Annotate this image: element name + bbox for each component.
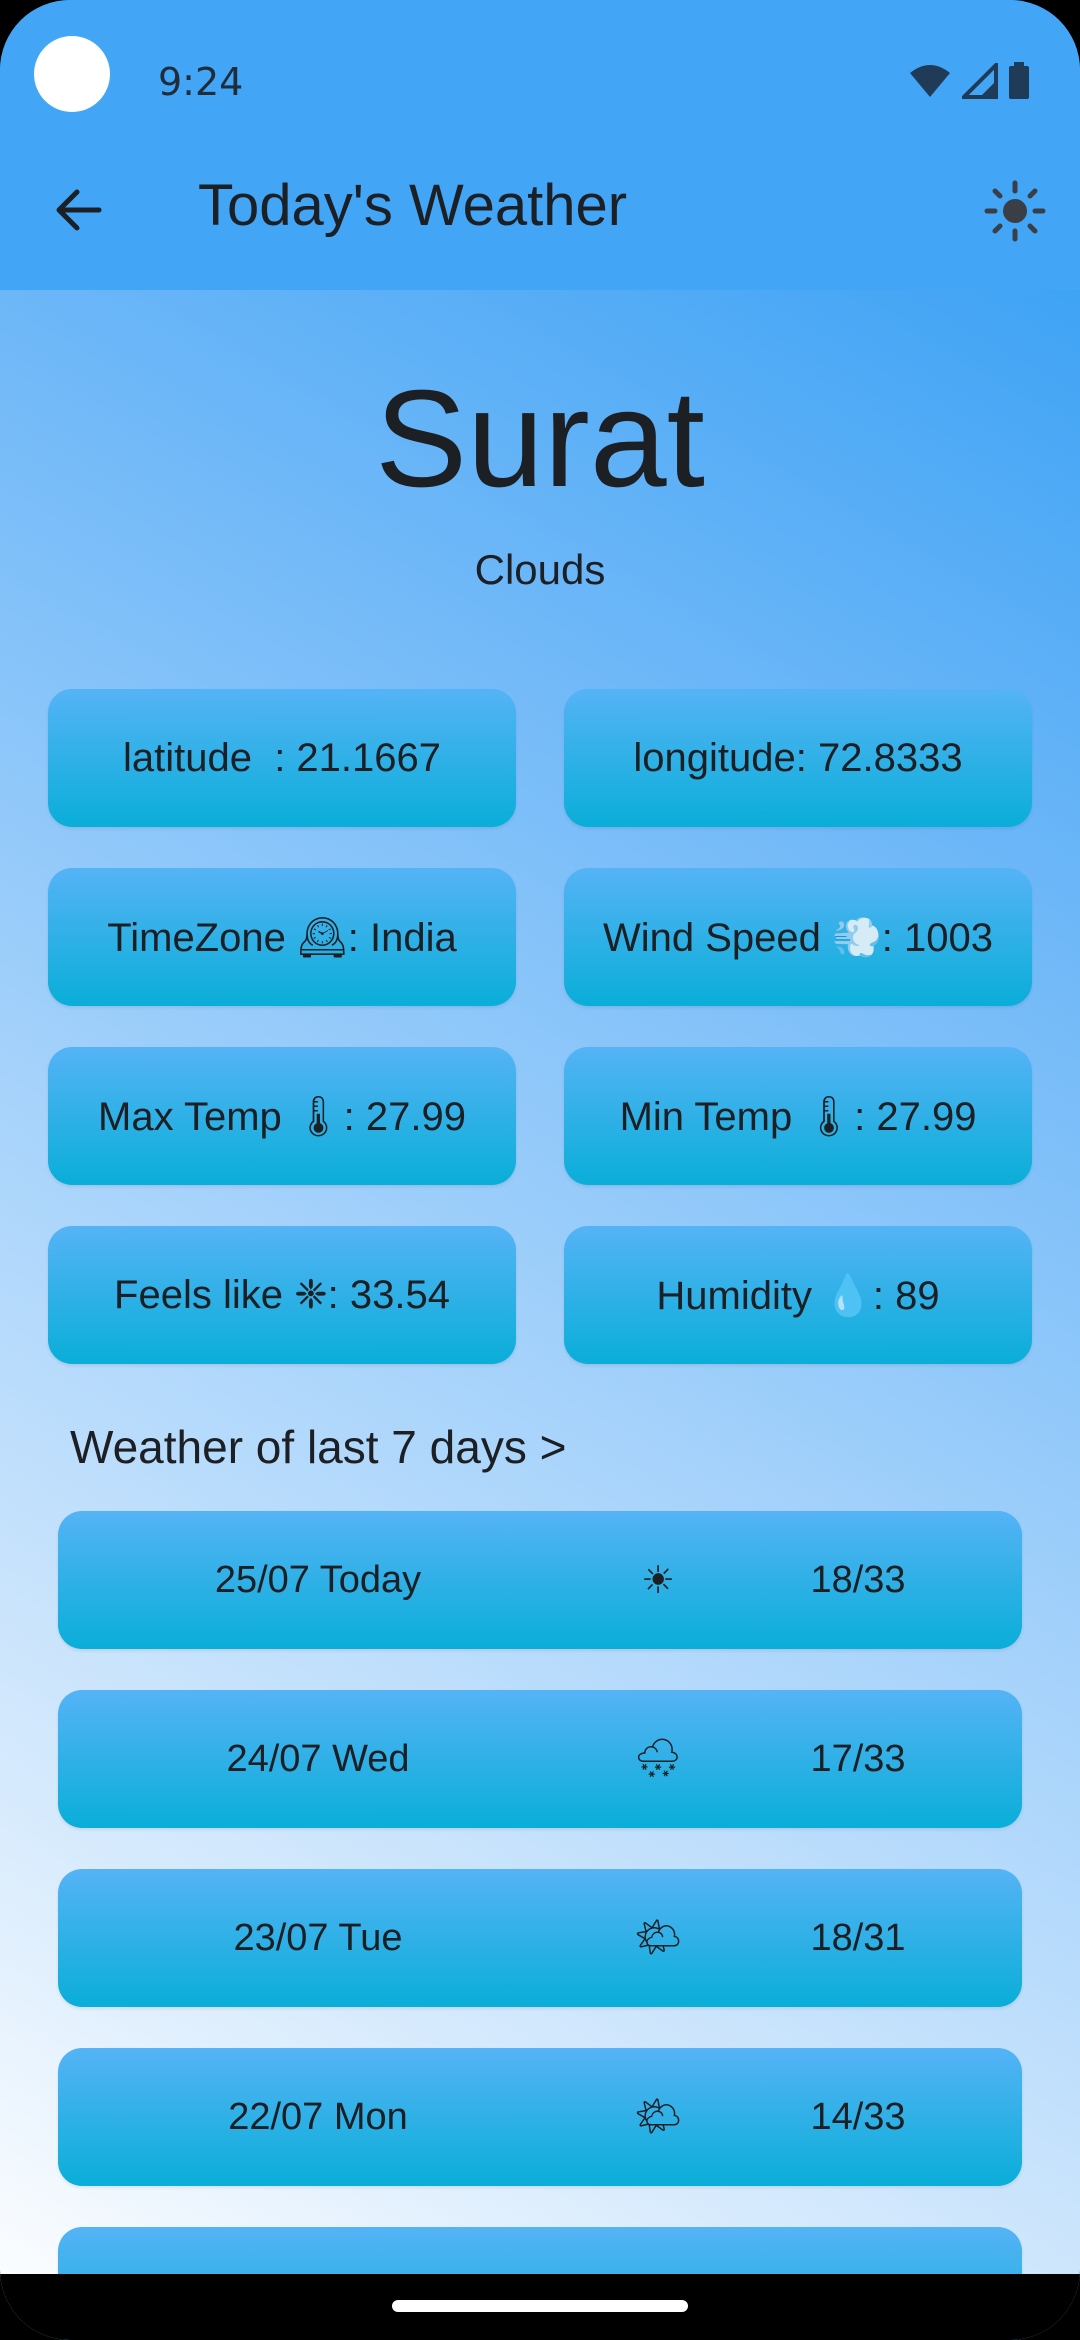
home-gesture-handle[interactable] <box>392 2300 688 2312</box>
status-time: 9:24 <box>158 60 244 104</box>
city-name: Surat <box>375 362 705 516</box>
back-button[interactable] <box>46 180 110 244</box>
stat-longitude: longitude: 72.8333 <box>564 689 1032 827</box>
signal-icon <box>959 60 998 103</box>
day-date: 23/07 Tue <box>233 1916 403 1959</box>
day-temperature: 18/33 <box>810 1558 906 1601</box>
stat-humidity: Humidity 💧: 89 <box>564 1226 1032 1364</box>
status-bar: 9:24 <box>0 0 1080 150</box>
day-row[interactable]: 24/07 Wed 🌨 17/33 <box>58 1690 1022 1828</box>
stat-wind-speed: Wind Speed 💨: 1003 <box>564 868 1032 1006</box>
day-date: 22/07 Mon <box>228 2095 408 2138</box>
day-temperature: 17/33 <box>810 1737 906 1780</box>
day-row[interactable]: 23/07 Tue 🌤 18/31 <box>58 1869 1022 2007</box>
app-bar: Today's Weather <box>0 150 1080 290</box>
day-row[interactable]: 25/07 Today ☀ 18/33 <box>58 1511 1022 1649</box>
sun-icon <box>984 180 1046 246</box>
status-icons <box>908 60 1030 104</box>
day-date: 24/07 Wed <box>226 1737 410 1780</box>
day-temperature: 18/31 <box>810 1916 906 1959</box>
stat-feels-like: Feels like ❈: 33.54 <box>48 1226 516 1364</box>
camera-cutout <box>34 36 110 112</box>
day-date: 25/07 Today <box>214 1558 422 1601</box>
history-section-link[interactable]: Weather of last 7 days > <box>70 1420 566 1474</box>
stat-max-temp: Max Temp 🌡: 27.99 <box>48 1047 516 1185</box>
theme-toggle-button[interactable] <box>982 180 1048 246</box>
stat-latitude: latitude : 21.1667 <box>48 689 516 827</box>
stat-timezone: TimeZone 🕰: India <box>48 868 516 1006</box>
day-temperature: 14/33 <box>810 2095 906 2138</box>
arrow-back-icon <box>53 188 103 236</box>
top-app-area: 9:24 Today's Weather <box>0 0 1080 290</box>
wifi-icon <box>908 63 952 103</box>
screen: 9:24 Today's Weather Surat Clouds latitu… <box>0 0 1080 2340</box>
stat-min-temp: Min Temp 🌡: 27.99 <box>564 1047 1032 1185</box>
weather-condition: Clouds <box>474 546 606 593</box>
app-title: Today's Weather <box>198 173 628 238</box>
day-row[interactable]: 22/07 Mon 🌤 14/33 <box>58 2048 1022 2186</box>
battery-icon <box>1008 62 1030 104</box>
